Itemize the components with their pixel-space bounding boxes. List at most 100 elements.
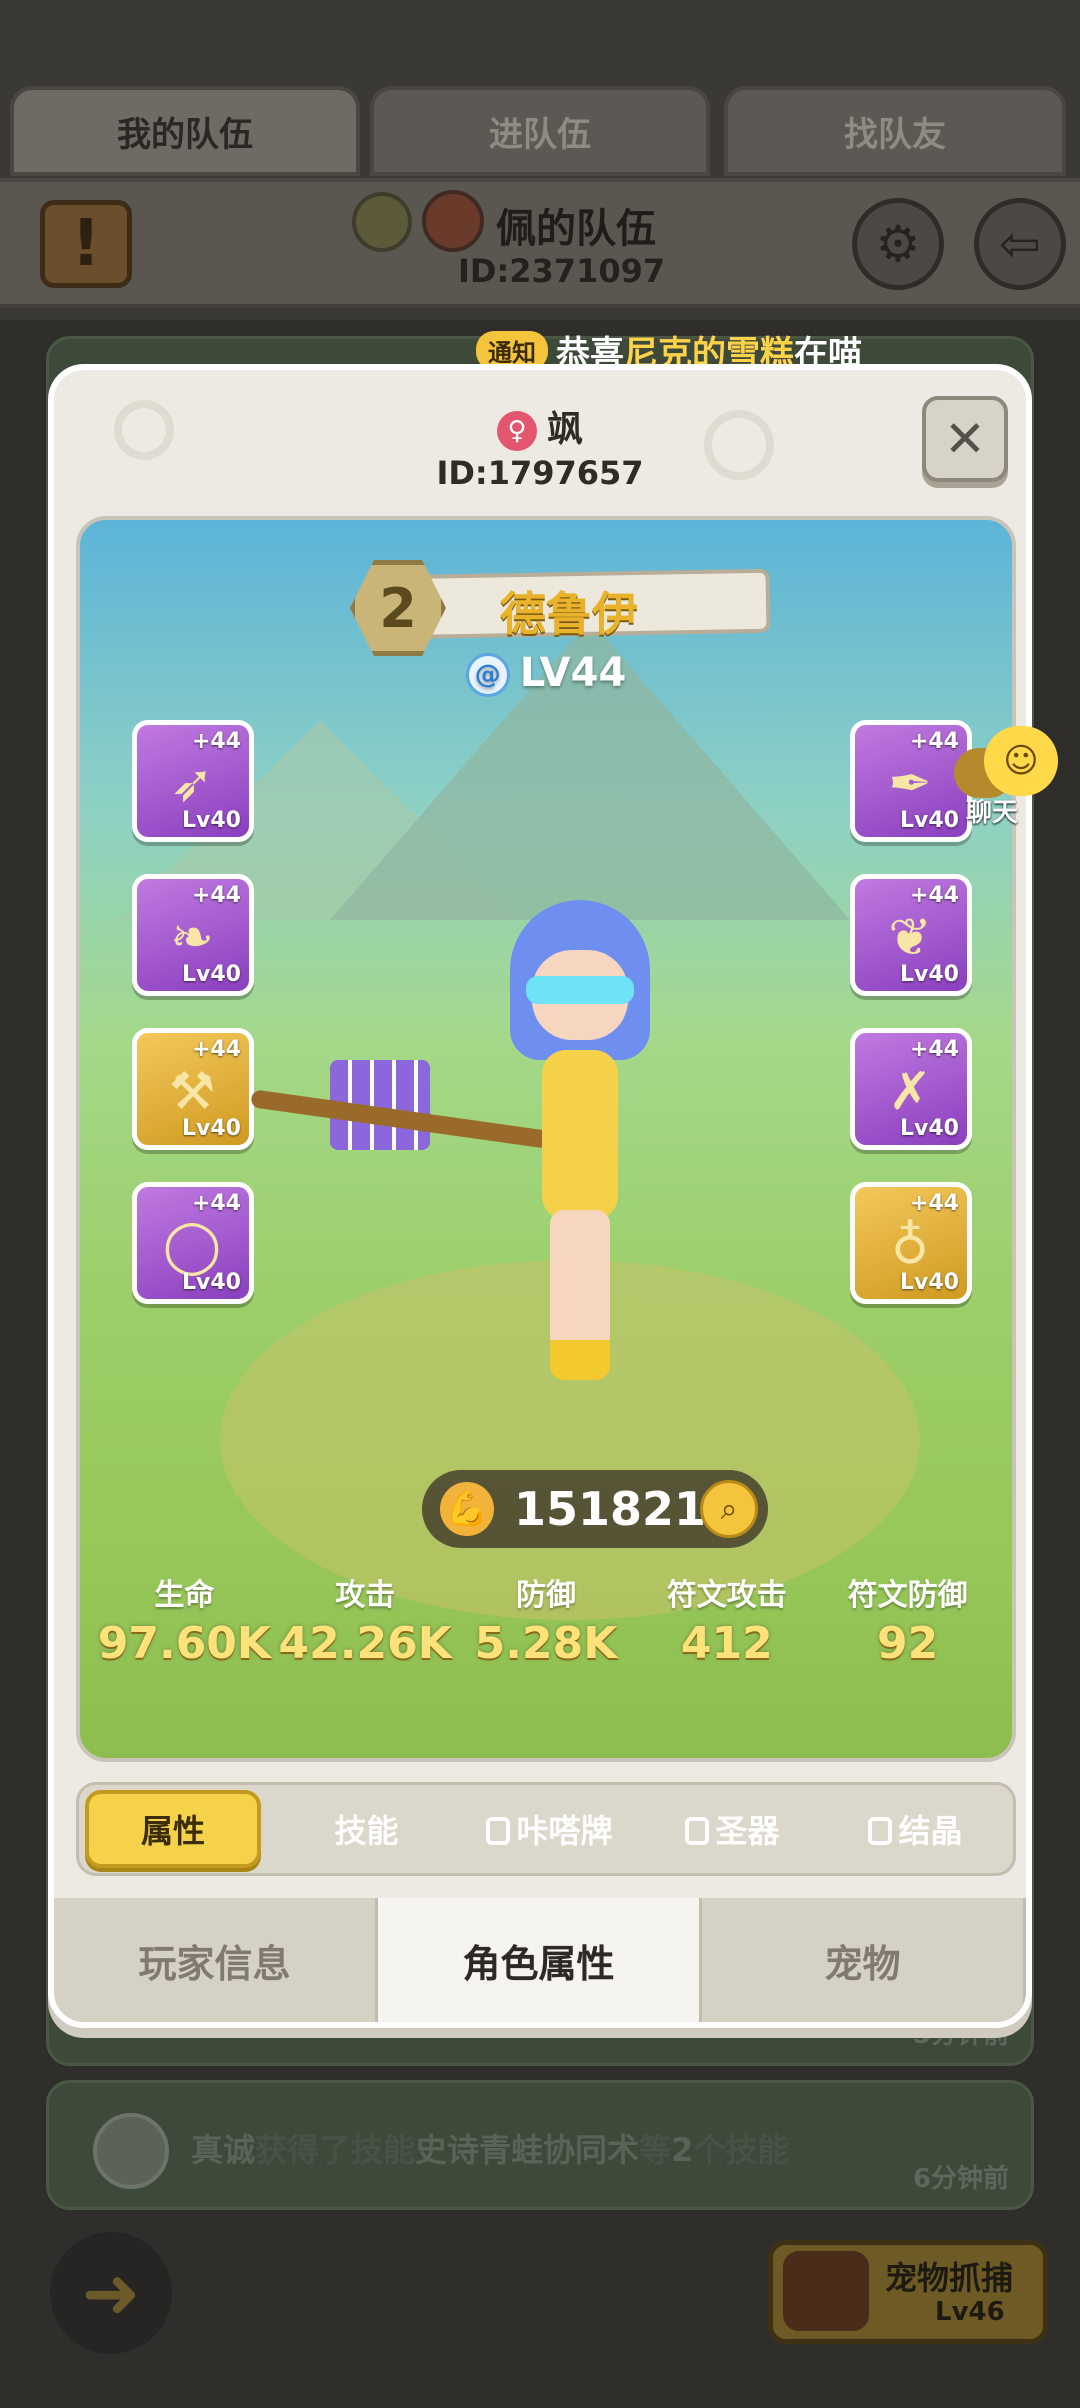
team-id: ID:2371097 (458, 252, 666, 290)
stat-rune-attack: 符文攻击 412 (639, 1570, 815, 1669)
muscle-arm-icon: 💪 (440, 1482, 494, 1536)
lock-icon (486, 1817, 511, 1845)
female-icon: ♀ (496, 411, 537, 451)
character-model[interactable] (480, 880, 680, 1400)
enhance-level: +44 (909, 1037, 959, 1062)
character-legs (550, 1210, 610, 1380)
stat-hp: 生命 97.60K (96, 1570, 272, 1669)
feed-card[interactable]: 真诚获得了技能史诗青蛙协同术等2个技能 6分钟前 (46, 2080, 1034, 2210)
stats-row: 生命 97.60K 攻击 42.26K 防御 5.28K 符文攻击 412 符文… (80, 1570, 1012, 1669)
item-level: Lv40 (900, 1270, 959, 1295)
stat-value: 5.28K (474, 1618, 618, 1669)
player-detail-modal: ♀ 飒 ID:1797657 ✕ 2 德鲁伊 @ LV44 ➶ +44 Lv40 ❧… (48, 364, 1032, 2028)
character-level-text: LV44 (519, 650, 627, 696)
search-icon[interactable]: ⌕ (700, 1480, 758, 1538)
gear-icon[interactable]: ⚙ (852, 198, 944, 290)
equip-offhand-slot[interactable]: ❧ +44 Lv40 (132, 874, 254, 996)
equip-weapon-slot[interactable]: ➶ +44 Lv40 (132, 720, 254, 842)
item-level: Lv40 (182, 808, 241, 833)
class-name: 德鲁伊 (500, 587, 638, 641)
tab-find-teammate[interactable]: 找队友 (724, 86, 1066, 176)
item-level: Lv40 (900, 1116, 959, 1141)
level-swirl-icon: @ (465, 653, 510, 697)
character-body (542, 1050, 618, 1220)
tab-player-info[interactable]: 玩家信息 (54, 1898, 378, 2022)
item-level: Lv40 (900, 808, 959, 833)
alert-icon[interactable]: ! (40, 200, 132, 288)
pet-capture-button[interactable]: 宠物抓捕 Lv46 (768, 2240, 1048, 2344)
detail-tabs: 玩家信息 角色属性 宠物 (54, 1898, 1026, 2022)
boar-icon (783, 2251, 869, 2331)
equip-necklace-slot[interactable]: ♁ +44 Lv40 (850, 1182, 972, 1304)
item-level: Lv40 (900, 962, 959, 987)
subtab-cards[interactable]: 咔嗒牌 (458, 1790, 641, 1868)
feed-message: 真诚获得了技能史诗青蛙协同术等2个技能 (191, 2125, 789, 2171)
team-badge-icon (352, 192, 412, 252)
feed-unit: 个技能 (693, 2131, 790, 2169)
item-level: Lv40 (182, 1116, 241, 1141)
enhance-level: +44 (191, 729, 241, 754)
feed-more: 等 (639, 2131, 672, 2169)
player-id: ID:1797657 (436, 454, 644, 492)
tab-join-team[interactable]: 进队伍 (370, 86, 710, 176)
subtab-label: 咔嗒牌 (516, 1812, 613, 1850)
tab-my-team[interactable]: 我的队伍 (10, 86, 360, 176)
subtab-label: 属性 (140, 1812, 205, 1850)
exit-team-icon[interactable]: ⇦ (974, 198, 1066, 290)
item-level: Lv40 (182, 962, 241, 987)
stat-value: 42.26K (278, 1618, 452, 1669)
feed-actor: 真诚 (191, 2131, 256, 2169)
enhance-level: +44 (909, 729, 959, 754)
team-avatar-icon (422, 190, 484, 252)
equip-armor-slot[interactable]: ❦ +44 Lv40 (850, 874, 972, 996)
back-arrow-icon[interactable]: ➜ (50, 2232, 172, 2354)
lock-icon (685, 1817, 710, 1845)
equip-ring-slot[interactable]: ◯ +44 Lv40 (132, 1182, 254, 1304)
item-level: Lv40 (182, 1270, 241, 1295)
close-icon: ✕ (944, 410, 986, 468)
tab-pets[interactable]: 宠物 (702, 1898, 1026, 2022)
stat-label: 生命 (154, 1578, 215, 1613)
enhance-level: +44 (191, 1191, 241, 1216)
stat-rune-defense: 符文防御 92 (820, 1570, 996, 1669)
class-banner: 2 德鲁伊 (350, 560, 771, 656)
feed-verb: 获得了技能 (255, 2131, 416, 2169)
tab-character-attributes[interactable]: 角色属性 (378, 1898, 702, 2022)
chat-button[interactable]: ☺ 聊天 (954, 726, 1070, 828)
character-scene: 2 德鲁伊 @ LV44 ➶ +44 Lv40 ❧ +44 Lv40 ⚒ +44 … (76, 516, 1016, 1762)
stat-defense: 防御 5.28K (458, 1570, 634, 1669)
stat-label: 攻击 (335, 1578, 396, 1613)
close-button[interactable]: ✕ (922, 396, 1008, 482)
lock-icon (868, 1817, 893, 1845)
subtab-attributes[interactable]: 属性 (85, 1790, 261, 1868)
stat-label: 符文攻击 (666, 1578, 787, 1613)
stat-value: 412 (680, 1618, 773, 1669)
team-name: 佩的队伍 (496, 206, 656, 252)
character-visor (526, 976, 634, 1004)
pet-capture-level: Lv46 (935, 2297, 1005, 2327)
subtab-label: 圣器 (715, 1812, 780, 1850)
stat-label: 符文防御 (847, 1578, 968, 1613)
stat-value: 97.60K (97, 1618, 272, 1669)
player-name: ♀ 飒 (54, 400, 1026, 452)
attribute-subtabs: 属性 技能 咔嗒牌 圣器 结晶 (76, 1782, 1016, 1876)
subtab-label: 结晶 (898, 1812, 963, 1850)
subtab-relics[interactable]: 圣器 (641, 1790, 824, 1868)
equip-belt-slot[interactable]: ✗ +44 Lv40 (850, 1028, 972, 1150)
enhance-level: +44 (191, 883, 241, 908)
combat-power: 💪 1518217 ⌕ (422, 1470, 768, 1548)
equip-hammer-slot[interactable]: ⚒ +44 Lv40 (132, 1028, 254, 1150)
chat-label: 聊天 (966, 798, 1019, 828)
subtab-crystals[interactable]: 结晶 (824, 1790, 1007, 1868)
enhance-level: +44 (909, 1191, 959, 1216)
feed-time: 6分钟前 (912, 2164, 1009, 2194)
chat-face-icon: ☺ (984, 726, 1058, 796)
feed-count: 2 (671, 2131, 694, 2169)
stat-label: 防御 (515, 1578, 576, 1613)
avatar (93, 2113, 169, 2189)
character-level: @ LV44 (80, 650, 1012, 697)
enhance-level: +44 (191, 1037, 241, 1062)
stat-value: 92 (876, 1618, 939, 1669)
stat-attack: 攻击 42.26K (277, 1570, 453, 1669)
subtab-skills[interactable]: 技能 (275, 1790, 458, 1868)
